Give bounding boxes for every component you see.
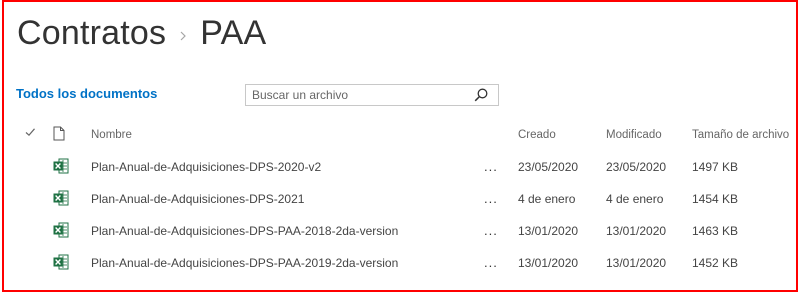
modified-date: 4 de enero [606, 192, 664, 206]
file-type-header-icon[interactable] [53, 126, 71, 147]
excel-file-icon [53, 190, 71, 211]
modified-date: 23/05/2020 [606, 160, 667, 174]
more-options-icon[interactable]: ... [484, 158, 498, 176]
table-row[interactable]: Plan-Anual-de-Adquisiciones-DPS-2021 ...… [0, 190, 800, 210]
file-size: 1463 KB [692, 224, 739, 238]
more-options-icon[interactable]: ... [484, 190, 498, 208]
file-name-link[interactable]: Plan-Anual-de-Adquisiciones-DPS-2021 [91, 190, 304, 208]
more-options-icon[interactable]: ... [484, 254, 498, 272]
more-options-icon[interactable]: ... [484, 222, 498, 240]
chevron-right-icon [172, 30, 194, 44]
file-size: 1454 KB [692, 192, 739, 206]
table-row[interactable]: Plan-Anual-de-Adquisiciones-DPS-PAA-2019… [0, 254, 800, 274]
modified-date: 13/01/2020 [606, 256, 667, 270]
breadcrumb-site[interactable]: Contratos [17, 14, 166, 53]
breadcrumb-library[interactable]: PAA [200, 14, 266, 53]
created-date: 4 de enero [518, 192, 576, 206]
search-box[interactable] [245, 84, 499, 106]
search-icon[interactable] [474, 88, 488, 102]
created-date: 13/01/2020 [518, 256, 579, 270]
file-size: 1497 KB [692, 160, 739, 174]
table-row[interactable]: Plan-Anual-de-Adquisiciones-DPS-PAA-2018… [0, 222, 800, 242]
excel-file-icon [53, 158, 71, 179]
created-date: 23/05/2020 [518, 160, 579, 174]
column-header-name[interactable]: Nombre [91, 126, 132, 144]
view-selector-link[interactable]: Todos los documentos [16, 86, 157, 101]
column-header-created[interactable]: Creado [518, 126, 556, 144]
select-all-checkmark-icon[interactable] [24, 126, 38, 144]
file-name-link[interactable]: Plan-Anual-de-Adquisiciones-DPS-PAA-2018… [91, 222, 398, 240]
file-name-link[interactable]: Plan-Anual-de-Adquisiciones-DPS-PAA-2019… [91, 254, 398, 272]
column-header-size[interactable]: Tamaño de archivo [692, 126, 789, 144]
list-header: Nombre Creado Modificado Tamaño de archi… [0, 126, 800, 146]
created-date: 13/01/2020 [518, 224, 579, 238]
excel-file-icon [53, 254, 71, 275]
search-input[interactable] [246, 86, 478, 104]
excel-file-icon [53, 222, 71, 243]
file-name-link[interactable]: Plan-Anual-de-Adquisiciones-DPS-2020-v2 [91, 158, 321, 176]
breadcrumb: Contratos PAA [17, 14, 266, 53]
file-size: 1452 KB [692, 256, 739, 270]
table-row[interactable]: Plan-Anual-de-Adquisiciones-DPS-2020-v2 … [0, 158, 800, 178]
modified-date: 13/01/2020 [606, 224, 667, 238]
column-header-modified[interactable]: Modificado [606, 126, 662, 144]
